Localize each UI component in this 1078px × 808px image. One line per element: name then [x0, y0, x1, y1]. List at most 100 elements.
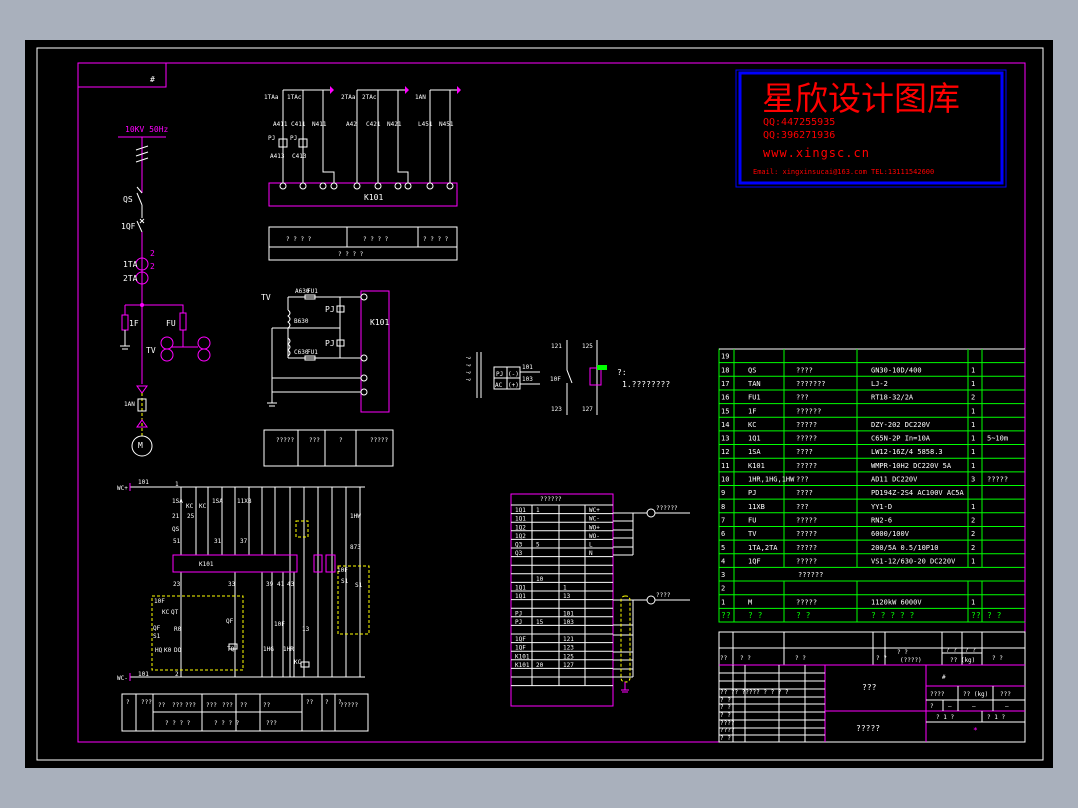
- title-block-cell: ? ?: [740, 655, 751, 662]
- title-block-cell: ? ?: [795, 655, 806, 662]
- sheet-count: ? 1 ?: [936, 714, 954, 721]
- wire-label: 101: [522, 364, 533, 371]
- wire-label: 41: [277, 581, 285, 588]
- drawing-name: ???: [862, 683, 877, 692]
- k101-label: K101: [370, 318, 389, 327]
- terminal-cell: 121: [563, 636, 574, 643]
- k101-label: K101: [364, 193, 383, 202]
- title-block-cell: ??: [720, 655, 728, 662]
- title-block-cell: ????: [930, 691, 945, 698]
- wire-label: C413: [292, 153, 307, 160]
- wire-label: N411: [312, 121, 327, 128]
- plus-label: (+): [508, 382, 519, 389]
- wire-label: 125: [582, 343, 593, 350]
- table-cell: ? ? ? ?: [286, 236, 312, 243]
- device-label: 10F: [337, 567, 348, 574]
- terminal-cell: 1Q1: [515, 516, 526, 523]
- wire-label: 123: [551, 406, 562, 413]
- terminal-cell: K101: [515, 653, 530, 660]
- table-cell: ? ? ? ?: [423, 236, 449, 243]
- wire-label: A42: [346, 121, 357, 128]
- bom-cell: FU1: [748, 394, 761, 402]
- bom-cell: GN30-10D/400: [871, 366, 922, 374]
- wire-label: N451: [439, 121, 454, 128]
- wire-label: L451: [418, 121, 433, 128]
- bom-cell: ?????: [796, 530, 817, 538]
- bom-cell: M: [748, 598, 752, 606]
- bom-cell: 5~10m: [987, 435, 1008, 443]
- title-block-cell: (????): [900, 657, 922, 664]
- device-label: QF: [153, 625, 161, 632]
- wire-label: A413: [270, 153, 285, 160]
- bom-cell: 1: [971, 448, 975, 456]
- bom-cell: 1Q1: [748, 435, 761, 443]
- device-label: 10F: [154, 598, 165, 605]
- note-text: 1.????????: [622, 380, 670, 389]
- terminal-cell: 101: [563, 610, 574, 617]
- bom-cell: 1: [721, 598, 725, 606]
- pj-label: PJ: [325, 339, 335, 348]
- bom-cell: ?????: [796, 598, 817, 606]
- title-block-cell: ? ?: [897, 649, 908, 656]
- table-cell: ???: [266, 720, 277, 727]
- bom-cell: KC: [748, 421, 756, 429]
- bom-cell: VS1-12/630-20 DC220V: [871, 557, 956, 565]
- bom-cell: 5: [721, 544, 725, 552]
- bom-cell: ??????: [796, 407, 821, 415]
- bom-cell: ??: [971, 611, 981, 620]
- bom-cell: ????: [796, 448, 813, 456]
- qf-label: 1QF: [121, 222, 136, 231]
- ta1-label: 1TA: [123, 260, 138, 269]
- terminal-cell: K101: [515, 662, 530, 669]
- minus-label: (-): [508, 371, 519, 378]
- terminal-cell: 1Q1: [515, 593, 526, 600]
- title-block-cell: ?? (kg): [963, 691, 988, 698]
- title-block-cell: —: [1005, 703, 1009, 710]
- bom-cell: QS: [748, 366, 756, 374]
- bom-cell: 11XB: [748, 503, 765, 511]
- title-block-cell: —: [972, 703, 976, 710]
- wire-label: 127: [582, 406, 593, 413]
- terminal-cell: 103: [563, 619, 574, 626]
- title-block-cell: ? ?: [965, 647, 976, 654]
- sheet-number: ? 1 ?: [987, 714, 1005, 721]
- device-label: QT: [171, 609, 179, 616]
- bom-cell: 19: [721, 353, 729, 361]
- device-label: TQ: [227, 646, 235, 653]
- stage-mark: #: [942, 674, 946, 681]
- bom-cell: 2: [971, 394, 975, 402]
- bom-cell: 6000/100V: [871, 530, 910, 538]
- terminal-cell: 1Q2: [515, 524, 526, 531]
- bom-cell: 17: [721, 380, 729, 388]
- bus-label: WC+: [117, 485, 128, 492]
- terminal-cell: Q3: [515, 550, 523, 557]
- title-block-cell: ? ?: [720, 712, 731, 719]
- wire-label: 121: [551, 343, 562, 350]
- bom-cell: TV: [748, 530, 757, 538]
- bom-cell: 3: [971, 476, 975, 484]
- wire-label: B630: [294, 318, 309, 325]
- device-label: 1SA: [212, 498, 223, 505]
- bom-cell: RT18-32/2A: [871, 394, 914, 402]
- bom-cell: ?????: [796, 435, 817, 443]
- bom-cell: 1F: [748, 407, 756, 415]
- device-label: KC: [294, 659, 302, 666]
- bom-cell: ?????: [796, 516, 817, 524]
- bom-cell: ????: [796, 489, 813, 497]
- title-block-cell: ????: [720, 727, 735, 734]
- meter-side-label: ? ? ? ?: [464, 356, 471, 382]
- device-label: KC: [199, 503, 207, 510]
- watermark-qq2: QQ:396271936: [763, 130, 835, 141]
- motor-label: M: [138, 441, 143, 450]
- wire-label: 37: [240, 538, 248, 545]
- bom-cell: 1: [971, 462, 975, 470]
- bom-cell: 1: [971, 503, 975, 511]
- k101-label: K101: [199, 561, 214, 568]
- table-cell: ??: [306, 699, 314, 706]
- bom-cell: ? ?: [987, 611, 1002, 620]
- table-cell: ?: [126, 699, 130, 706]
- bom-cell: 7: [721, 516, 725, 524]
- ta1-count: 2: [150, 249, 155, 258]
- bom-cell: 15: [721, 407, 729, 415]
- company-name: ?????: [856, 724, 880, 733]
